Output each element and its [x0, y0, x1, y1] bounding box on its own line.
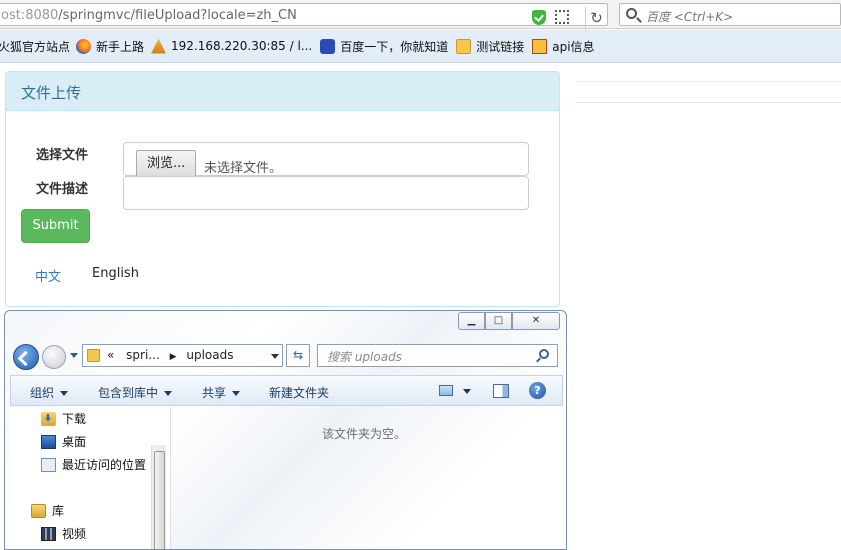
bookmark-test-links[interactable]: 测试链接: [456, 30, 524, 63]
recent-places-icon: [41, 457, 56, 472]
file-label: 选择文件: [36, 148, 89, 163]
phpmyadmin-icon: [151, 38, 167, 54]
url-path: /springmvc/fileUpload?locale=zh_CN: [58, 8, 297, 23]
nav-item-label: 库: [52, 504, 65, 518]
bookmark-api-info[interactable]: api信息: [532, 30, 595, 63]
search-icon[interactable]: [539, 349, 549, 359]
lang-link-zh[interactable]: 中文: [35, 266, 61, 285]
bookmark-firefox-official[interactable]: 火狐官方站点: [0, 30, 70, 63]
organize-label: 组织: [30, 386, 55, 400]
nav-item-label: 最近访问的位置: [62, 458, 147, 472]
breadcrumb-overflow[interactable]: «: [107, 348, 114, 362]
chevron-down-icon: [164, 391, 173, 396]
include-library-label: 包含到库中: [98, 386, 159, 400]
divider: [576, 81, 841, 82]
bookmarks-bar: 火狐官方站点 新手上路 192.168.220.30:85 / l... 百度一…: [0, 30, 841, 63]
url-host: ost:8080: [1, 8, 59, 23]
firefox-icon: [76, 38, 92, 54]
desktop-icon: [41, 434, 56, 449]
nav-item-downloads[interactable]: 下载: [41, 410, 86, 427]
chevron-down-icon: [232, 391, 241, 396]
browser-toolbar: ost:8080/springmvc/fileUpload?locale=zh_…: [0, 0, 841, 30]
breadcrumb-item[interactable]: uploads: [186, 348, 233, 362]
nav-item-desktop[interactable]: 桌面: [41, 433, 86, 450]
security-shield-icon[interactable]: [532, 10, 546, 25]
divider: [576, 102, 841, 103]
url-text: ost:8080/springmvc/fileUpload?locale=zh_…: [1, 8, 297, 23]
folder-icon: [456, 38, 472, 54]
lang-link-en[interactable]: English: [92, 266, 139, 281]
folder-search-placeholder: 搜索 uploads: [327, 350, 402, 364]
description-label: 文件描述: [36, 182, 89, 197]
chevron-down-icon[interactable]: [463, 389, 471, 394]
view-options-icon[interactable]: [439, 385, 453, 396]
empty-folder-message: 该文件夹为空。: [322, 427, 407, 441]
submit-button[interactable]: Submit: [21, 209, 90, 243]
address-bar[interactable]: « spri... ▶ uploads: [82, 344, 283, 367]
upload-panel: 文件上传 选择文件 浏览... 未选择文件。 文件描述 Submit 中文 En…: [5, 71, 560, 307]
forward-arrow-icon[interactable]: [42, 345, 66, 369]
downloads-folder-icon: [41, 411, 56, 426]
nav-item-recent-places[interactable]: 最近访问的位置: [41, 456, 146, 473]
no-file-text: 未选择文件。: [204, 161, 283, 176]
reload-icon[interactable]: ↻: [585, 7, 607, 30]
file-input[interactable]: 浏览... 未选择文件。: [123, 142, 529, 177]
nav-item-label: 桌面: [62, 435, 87, 449]
bookmark-baidu[interactable]: 百度一下，你就知道: [320, 30, 448, 63]
nav-item-libraries[interactable]: 库: [31, 502, 64, 519]
chevron-right-icon[interactable]: ▶: [170, 352, 177, 362]
bookmark-phpmyadmin[interactable]: 192.168.220.30:85 / l...: [151, 30, 312, 63]
bookmark-label: 百度一下，你就知道: [340, 39, 449, 54]
share-menu[interactable]: 共享: [202, 384, 241, 401]
include-library-menu[interactable]: 包含到库中: [98, 384, 173, 401]
panel-title: 文件上传: [21, 84, 82, 102]
refresh-icon[interactable]: ⇆: [286, 344, 310, 367]
minimize-button[interactable]: ▁: [458, 312, 485, 330]
folder-search-input[interactable]: 搜索 uploads: [317, 344, 558, 367]
nav-scrollbar[interactable]: [151, 445, 166, 549]
description-input[interactable]: [123, 176, 529, 210]
folder-icon: [87, 349, 100, 362]
bookmark-label: 192.168.220.30:85 / l...: [171, 39, 313, 53]
navigation-pane: 下载 桌面 最近访问的位置 库 视频: [10, 407, 171, 549]
bookmark-label: 火狐官方站点: [0, 39, 71, 54]
preview-pane-icon[interactable]: [493, 384, 509, 398]
browse-button[interactable]: 浏览...: [136, 150, 197, 177]
api-icon: [532, 38, 548, 54]
chevron-down-icon: [60, 391, 69, 396]
address-breadcrumb: « spri... ▶ uploads: [107, 348, 233, 362]
bookmark-label: 新手上路: [96, 39, 145, 54]
share-label: 共享: [202, 386, 227, 400]
bookmark-label: api信息: [552, 39, 595, 54]
panel-heading: 文件上传: [6, 72, 559, 111]
new-folder-button[interactable]: 新建文件夹: [269, 384, 329, 401]
nav-item-label: 视频: [62, 527, 87, 541]
breadcrumb-item[interactable]: spri...: [126, 348, 160, 362]
search-icon: [626, 8, 637, 19]
baidu-paw-icon: [320, 38, 336, 54]
qr-code-icon[interactable]: [555, 10, 569, 24]
explorer-command-bar: 组织 包含到库中 共享 新建文件夹 ?: [10, 375, 563, 406]
help-icon[interactable]: ?: [529, 382, 546, 399]
bookmark-getting-started[interactable]: 新手上路: [76, 30, 144, 63]
library-icon: [31, 503, 46, 518]
bookmark-label: 测试链接: [476, 39, 525, 54]
close-button[interactable]: ✕: [512, 312, 560, 330]
browser-search-placeholder: 百度 <Ctrl+K>: [646, 10, 734, 24]
back-arrow-icon[interactable]: [13, 344, 39, 370]
browser-search-box[interactable]: 百度 <Ctrl+K>: [619, 3, 841, 26]
history-dropdown-icon[interactable]: [70, 353, 78, 358]
file-explorer-window: ▁ □ ✕ « spri... ▶ uploads ⇆ 搜索 uploads 组…: [4, 310, 567, 550]
restore-button[interactable]: □: [485, 312, 512, 330]
video-icon: [41, 526, 56, 541]
url-bar[interactable]: ost:8080/springmvc/fileUpload?locale=zh_…: [0, 3, 608, 30]
organize-menu[interactable]: 组织: [30, 384, 69, 401]
nav-item-label: 下载: [62, 412, 87, 426]
scrollbar-thumb[interactable]: [154, 451, 165, 549]
nav-item-videos[interactable]: 视频: [41, 525, 86, 542]
address-dropdown-icon[interactable]: [271, 354, 279, 359]
